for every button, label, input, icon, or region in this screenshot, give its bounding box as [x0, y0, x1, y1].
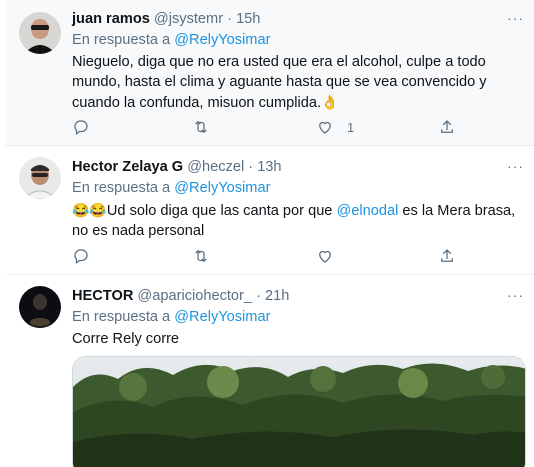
reply-button[interactable] [72, 117, 90, 137]
tweet[interactable]: juan ramos @jsystemr · 15h ··· En respue… [6, 0, 534, 146]
tweet-body-part1: Ud solo diga que las canta por que [106, 203, 337, 219]
share-button[interactable] [438, 117, 456, 137]
like-button[interactable] [316, 246, 334, 266]
user-handle[interactable]: @heczel [187, 159, 244, 175]
reply-prefix: En respuesta a [72, 309, 171, 325]
tweet-text: 😂😂Ud solo diga que las canta por que @el… [72, 200, 524, 241]
reply-prefix: En respuesta a [72, 32, 171, 48]
separator-dot: · [256, 288, 261, 304]
tweet-body: Nieguelo, diga que no era usted que era … [72, 54, 487, 111]
reply-mention-link[interactable]: @RelyYosimar [174, 180, 270, 196]
reply-context: En respuesta a @RelyYosimar [72, 308, 524, 327]
display-name[interactable]: Hector Zelaya G [72, 159, 183, 175]
reply-button[interactable] [72, 246, 90, 266]
avatar[interactable] [19, 12, 61, 54]
reply-mention-link[interactable]: @RelyYosimar [174, 309, 270, 325]
like-button[interactable]: 1 [316, 117, 354, 137]
tweet[interactable]: Hector Zelaya G @heczel · 13h ··· En res… [6, 147, 534, 275]
separator-dot: · [227, 11, 232, 27]
reply-context: En respuesta a @RelyYosimar [72, 179, 524, 198]
like-count: 1 [347, 119, 355, 135]
tweet-actions [72, 246, 462, 266]
share-button[interactable] [438, 246, 456, 266]
reply-icon [74, 249, 88, 265]
more-icon[interactable]: ··· [507, 287, 524, 303]
like-icon [319, 121, 331, 134]
tweet-actions: 1 [72, 117, 462, 137]
more-icon[interactable]: ··· [507, 158, 524, 174]
more-icon[interactable]: ··· [507, 10, 524, 26]
avatar[interactable] [19, 157, 61, 199]
retweet-icon [195, 120, 207, 134]
mention-link[interactable]: @elnodal [336, 203, 398, 219]
reply-prefix: En respuesta a [72, 180, 171, 196]
retweet-button[interactable] [192, 117, 210, 137]
timestamp[interactable]: 13h [257, 159, 281, 175]
retweet-icon [195, 249, 207, 263]
tweet-header: juan ramos @jsystemr · 15h [72, 10, 524, 29]
share-icon [441, 249, 453, 262]
like-icon [319, 250, 331, 263]
retweet-button[interactable] [192, 246, 210, 266]
user-handle[interactable]: @jsystemr [154, 11, 223, 27]
tweet-media-image[interactable] [72, 356, 526, 467]
reply-context: En respuesta a @RelyYosimar [72, 31, 524, 50]
share-icon [441, 120, 453, 133]
ok-hand-emoji: 👌 [321, 94, 339, 110]
timestamp[interactable]: 15h [236, 11, 260, 27]
laughing-emoji: 😂😂 [72, 202, 107, 218]
reply-icon [74, 120, 88, 136]
tweet-header: HECTOR @apariciohector_ · 21h [72, 287, 524, 306]
reply-mention-link[interactable]: @RelyYosimar [174, 32, 270, 48]
display-name[interactable]: juan ramos [72, 11, 150, 27]
timestamp[interactable]: 21h [265, 288, 289, 304]
display-name[interactable]: HECTOR [72, 288, 133, 304]
tweet-text: Corre Rely corre [72, 331, 180, 347]
tweet-header: Hector Zelaya G @heczel · 13h [72, 158, 524, 177]
separator-dot: · [248, 159, 254, 175]
avatar[interactable] [19, 286, 61, 328]
tweet-text: Nieguelo, diga que no era usted que era … [72, 52, 524, 113]
user-handle[interactable]: @apariciohector_ [137, 288, 252, 304]
